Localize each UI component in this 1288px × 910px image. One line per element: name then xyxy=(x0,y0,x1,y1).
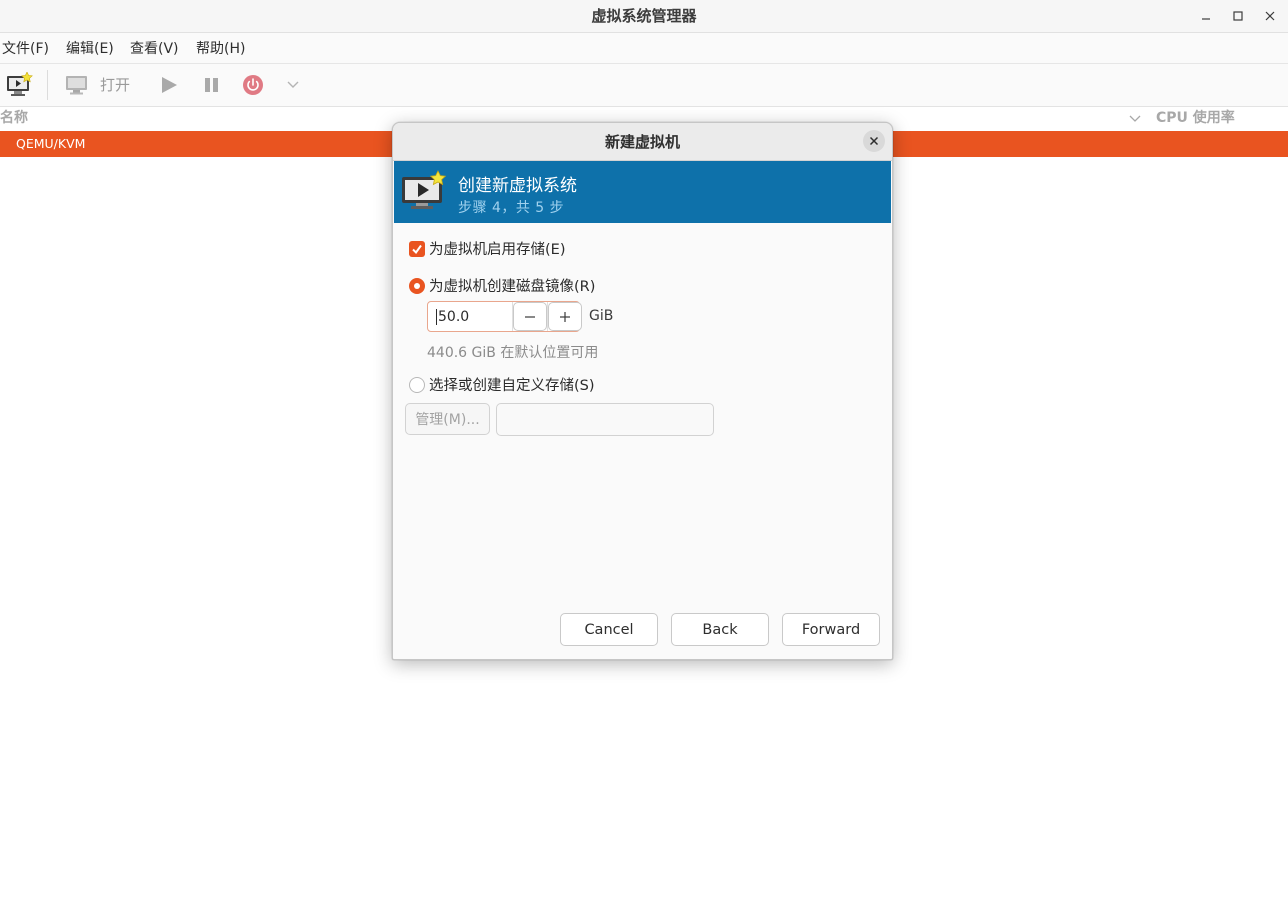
minimize-icon[interactable] xyxy=(1196,6,1216,26)
close-icon[interactable] xyxy=(1260,6,1280,26)
minus-icon xyxy=(525,315,535,318)
chevron-down-icon[interactable] xyxy=(1128,110,1142,129)
enable-storage-label[interactable]: 为虚拟机启用存储(E) xyxy=(429,240,565,260)
window-title: 虚拟系统管理器 xyxy=(591,7,697,25)
play-icon[interactable] xyxy=(158,74,180,96)
pause-icon[interactable] xyxy=(201,74,223,96)
maximize-icon[interactable] xyxy=(1228,6,1248,26)
disk-size-value[interactable]: 50.0 xyxy=(436,309,469,325)
increment-button[interactable] xyxy=(548,302,582,331)
menu-edit[interactable]: 编辑(E) xyxy=(66,33,114,65)
toolbar: 打开 xyxy=(0,64,1288,107)
custom-storage-radio[interactable] xyxy=(409,377,425,393)
banner-step: 步骤 4，共 5 步 xyxy=(458,200,565,216)
close-icon[interactable] xyxy=(863,130,885,152)
menu-help[interactable]: 帮助(H) xyxy=(196,33,245,65)
monitor-icon[interactable] xyxy=(64,74,90,96)
forward-button[interactable]: Forward xyxy=(782,613,880,646)
column-header-name[interactable]: 名称 xyxy=(0,107,28,129)
toolbar-separator xyxy=(47,70,48,100)
new-vm-icon xyxy=(401,170,447,214)
menu-file[interactable]: 文件(F) xyxy=(2,33,49,65)
banner-title: 创建新虚拟系统 xyxy=(458,176,577,196)
disk-size-spinbutton[interactable]: 50.0 xyxy=(427,301,582,332)
check-icon xyxy=(412,244,422,255)
disk-size-unit: GiB xyxy=(589,308,614,324)
power-icon[interactable] xyxy=(242,74,264,96)
menu-view[interactable]: 查看(V) xyxy=(130,33,179,65)
connection-label: QEMU/KVM xyxy=(16,136,86,151)
open-button-label[interactable]: 打开 xyxy=(100,64,130,106)
dialog-header: 新建虚拟机 xyxy=(393,123,892,161)
column-header-cpu[interactable]: CPU 使用率 xyxy=(1156,107,1235,129)
custom-storage-path-input[interactable] xyxy=(496,403,714,436)
available-space-text: 440.6 GiB 在默认位置可用 xyxy=(427,345,599,361)
window-titlebar: 虚拟系统管理器 xyxy=(0,0,1288,33)
enable-storage-checkbox[interactable] xyxy=(409,241,425,257)
manage-button[interactable]: 管理(M)... xyxy=(405,403,490,435)
plus-icon xyxy=(560,311,570,322)
wizard-banner: 创建新虚拟系统 步骤 4，共 5 步 xyxy=(394,161,891,223)
create-disk-radio[interactable] xyxy=(409,278,425,294)
chevron-down-icon[interactable] xyxy=(285,78,301,92)
create-disk-label[interactable]: 为虚拟机创建磁盘镜像(R) xyxy=(429,277,595,297)
new-vm-dialog: 新建虚拟机 创建新虚拟系统 步骤 4，共 5 步 为虚拟机启用存储(E) 为虚拟… xyxy=(392,122,893,660)
dialog-title: 新建虚拟机 xyxy=(604,133,680,151)
back-button[interactable]: Back xyxy=(671,613,769,646)
cancel-button[interactable]: Cancel xyxy=(560,613,658,646)
decrement-button[interactable] xyxy=(513,302,547,331)
custom-storage-label[interactable]: 选择或创建自定义存储(S) xyxy=(429,376,595,396)
new-vm-icon[interactable] xyxy=(6,72,34,98)
menubar: 文件(F) 编辑(E) 查看(V) 帮助(H) xyxy=(0,33,1288,64)
